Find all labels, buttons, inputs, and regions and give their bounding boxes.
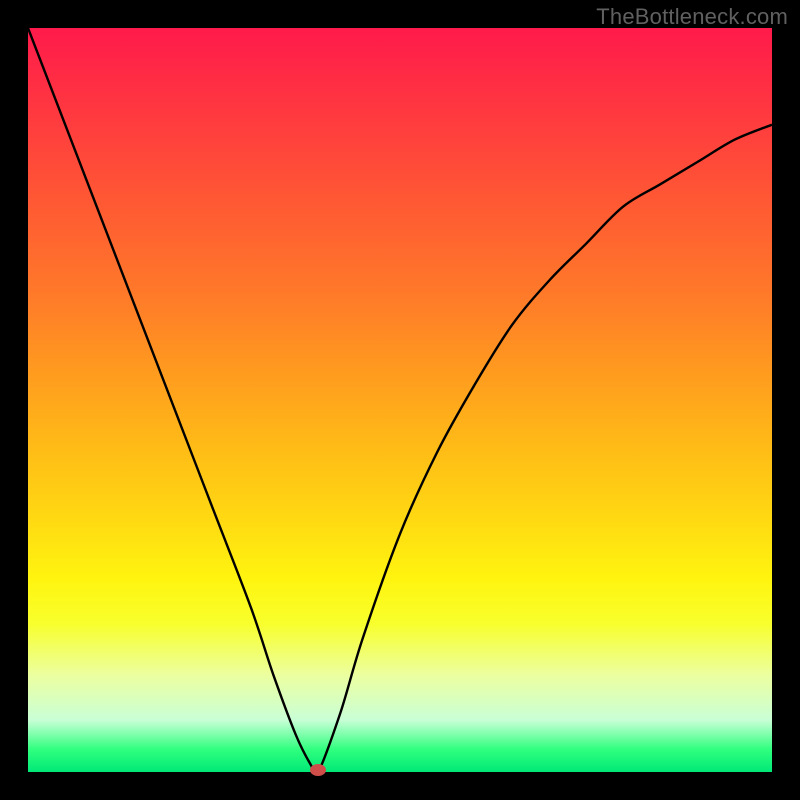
watermark-text: TheBottleneck.com (596, 4, 788, 30)
chart-plot-area (28, 28, 772, 772)
curve-path (28, 28, 772, 772)
chart-frame: TheBottleneck.com (0, 0, 800, 800)
minimum-marker (310, 764, 326, 776)
bottleneck-curve (28, 28, 772, 772)
